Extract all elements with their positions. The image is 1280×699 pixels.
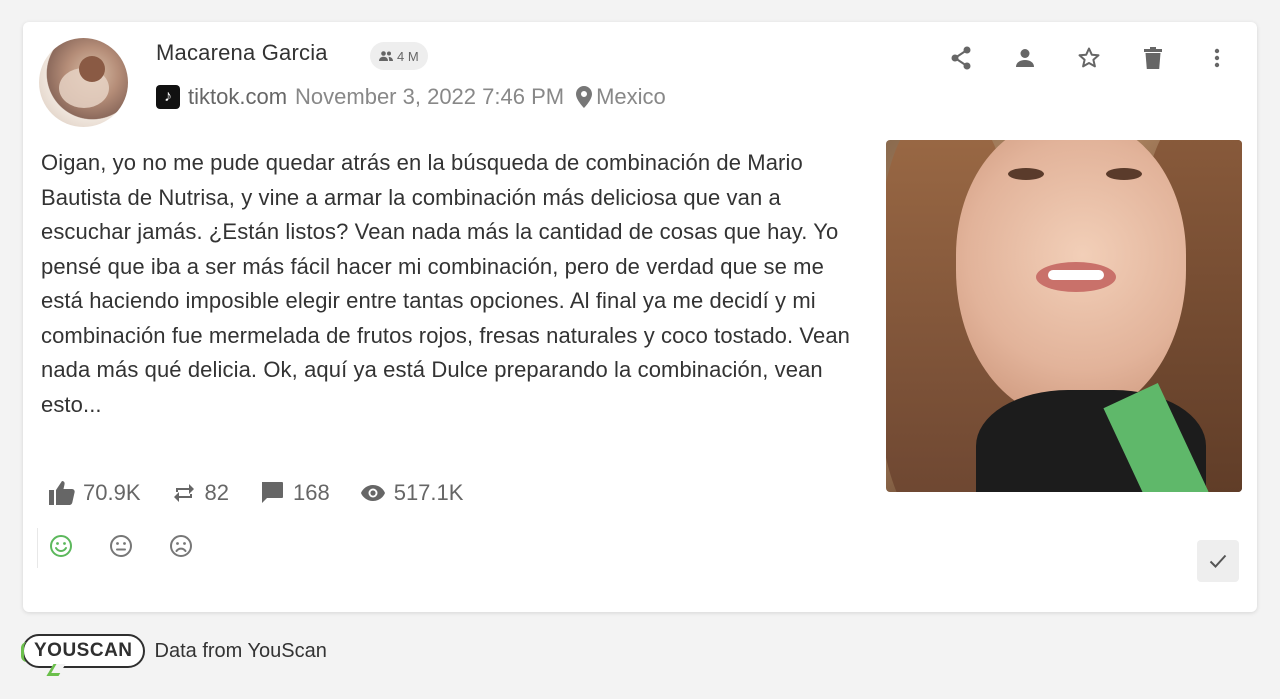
trash-icon (1144, 47, 1162, 69)
positive-sentiment-button[interactable] (49, 534, 73, 558)
neutral-sentiment-button[interactable] (109, 534, 133, 558)
comment-icon (259, 480, 285, 506)
views-stat: 517.1K (360, 480, 464, 506)
followers-count: 4 M (397, 48, 419, 64)
map-pin-icon (576, 86, 593, 108)
post-location: Mexico (596, 84, 666, 109)
engagement-stats: 70.9K 82 168 517.1K (49, 480, 493, 506)
sad-face-icon (170, 535, 192, 557)
comments-stat: 168 (259, 480, 330, 506)
post-actions (949, 46, 1229, 70)
share-button[interactable] (949, 46, 973, 70)
footer: YOUSCAN Data from YouScan (21, 634, 327, 676)
delete-button[interactable] (1141, 46, 1165, 70)
post-meta: ♪ tiktok.com November 3, 2022 7:46 PM Me… (156, 84, 666, 110)
source-link[interactable]: tiktok.com (188, 84, 287, 110)
checkmark-icon (1209, 554, 1227, 568)
sentiment-selector (49, 534, 193, 558)
shares-count: 82 (204, 480, 229, 505)
repost-icon (171, 480, 197, 506)
likes-count: 70.9K (83, 480, 141, 505)
post-text: Oigan, yo no me pude quedar atrás en la … (41, 150, 850, 417)
shares-stat: 82 (171, 480, 229, 506)
star-icon (1078, 47, 1100, 68)
people-icon (379, 51, 393, 61)
author-name[interactable]: Macarena Garcia (156, 40, 328, 66)
more-button[interactable] (1205, 46, 1229, 70)
views-count: 517.1K (393, 480, 464, 505)
author-avatar[interactable] (39, 38, 128, 127)
favorite-button[interactable] (1077, 46, 1101, 70)
sentiment-divider (37, 528, 38, 568)
smile-icon (50, 535, 72, 557)
negative-sentiment-button[interactable] (169, 534, 193, 558)
thumbs-up-icon (49, 480, 75, 506)
footer-text: Data from YouScan (154, 639, 327, 662)
eye-icon (360, 480, 386, 506)
post-date[interactable]: November 3, 2022 7:46 PM (295, 84, 564, 110)
neutral-face-icon (110, 535, 132, 557)
followers-badge: 4 M (370, 42, 428, 70)
youscan-logo: YOUSCAN (21, 634, 145, 676)
post-video-thumbnail[interactable] (886, 140, 1242, 492)
mark-processed-button[interactable] (1197, 540, 1239, 582)
share-icon (951, 46, 971, 70)
likes-stat: 70.9K (49, 480, 141, 506)
comments-count: 168 (292, 480, 330, 505)
more-vertical-icon (1214, 48, 1220, 68)
person-icon (1016, 49, 1034, 67)
author-profile-button[interactable] (1013, 46, 1037, 70)
tiktok-icon: ♪ (156, 85, 180, 109)
post-card: Macarena Garcia 4 M ♪ tiktok.com Novembe… (23, 22, 1257, 612)
